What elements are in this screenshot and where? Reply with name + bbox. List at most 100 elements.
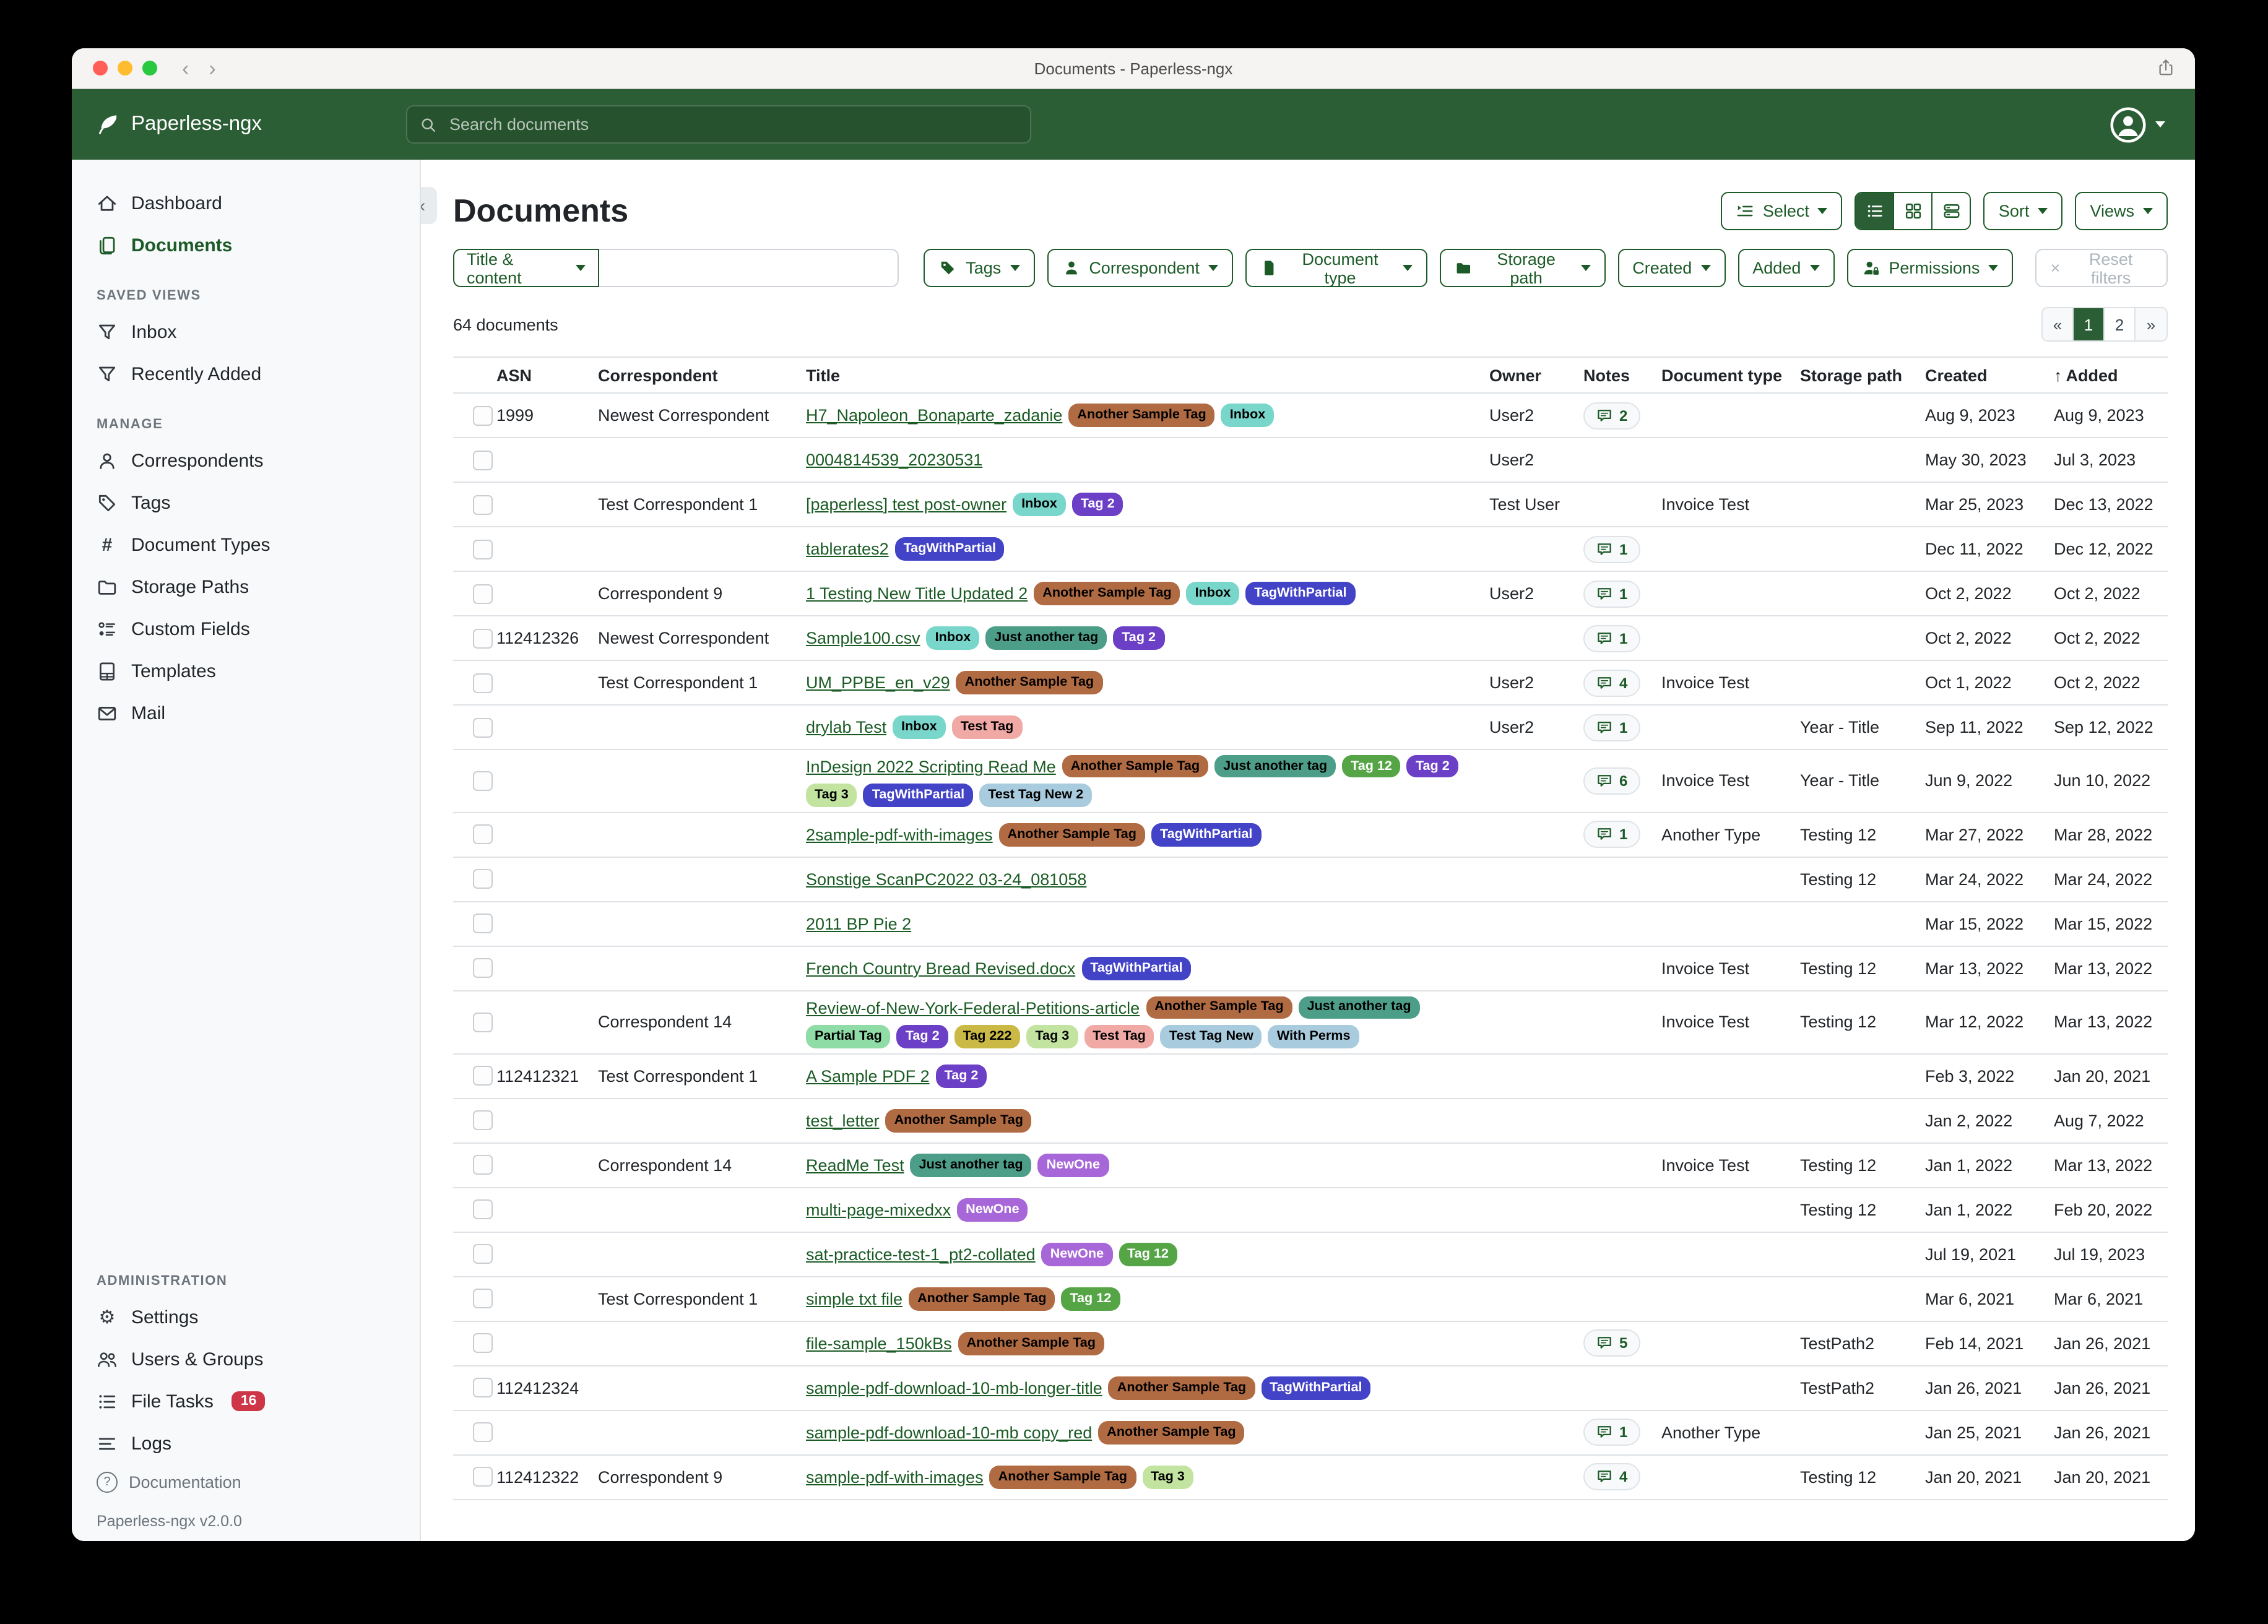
user-menu[interactable] [2110, 106, 2165, 143]
document-link[interactable]: UM_PPBE_en_v29 [806, 673, 950, 692]
query-input[interactable] [600, 249, 899, 287]
reset-filters-button[interactable]: × Reset filters [2035, 249, 2168, 287]
correspondent-cell[interactable]: Correspondent 14 [598, 1156, 806, 1175]
sidebar-item-logs[interactable]: Logs [72, 1422, 420, 1464]
row-checkbox[interactable] [473, 771, 493, 791]
document-link[interactable]: tablerates2 [806, 540, 889, 558]
tag-pill[interactable]: Another Sample Tag [1109, 1376, 1255, 1399]
tag-pill[interactable]: Inbox [1221, 404, 1275, 427]
correspondent-cell[interactable]: Test Correspondent 1 [598, 495, 806, 514]
tag-pill[interactable]: Tag 12 [1342, 755, 1401, 778]
tag-pill[interactable]: Test Tag New 2 [979, 784, 1092, 807]
tag-pill[interactable]: Tag 2 [1072, 493, 1123, 516]
pagination-next[interactable]: » [2136, 308, 2166, 340]
correspondent-cell[interactable]: Test Correspondent 1 [598, 1067, 806, 1086]
document-type-cell[interactable]: Invoice Test [1661, 959, 1800, 978]
tag-pill[interactable]: Another Sample Tag [1062, 755, 1208, 778]
correspondent-filter-button[interactable]: Correspondent [1047, 249, 1233, 287]
document-link[interactable]: test_letter [806, 1112, 880, 1130]
search-input[interactable] [447, 114, 1018, 135]
notes-badge[interactable]: 4 [1583, 669, 1640, 696]
row-checkbox[interactable] [473, 539, 493, 559]
sidebar-item-dashboard[interactable]: Dashboard [72, 182, 420, 224]
storage-path-cell[interactable]: Testing 12 [1800, 1013, 1925, 1032]
sort-button[interactable]: Sort [1984, 191, 2063, 230]
tag-pill[interactable]: Another Sample Tag [1068, 404, 1214, 427]
document-link[interactable]: H7_Napoleon_Bonaparte_zadanie [806, 406, 1062, 425]
row-checkbox[interactable] [473, 1245, 493, 1264]
row-checkbox[interactable] [473, 1200, 493, 1220]
sidebar-item-tags[interactable]: Tags [72, 482, 420, 524]
storage-path-cell[interactable]: Testing 12 [1800, 959, 1925, 978]
notes-badge[interactable]: 2 [1583, 402, 1640, 429]
document-link[interactable]: file-sample_150kBs [806, 1334, 952, 1353]
tag-pill[interactable]: Tag 2 [1407, 755, 1458, 778]
document-link[interactable]: French Country Bread Revised.docx [806, 959, 1075, 978]
notes-badge[interactable]: 1 [1583, 1419, 1640, 1446]
select-button[interactable]: Select [1721, 191, 1843, 230]
view-list-toggle[interactable] [1856, 192, 1895, 228]
row-checkbox[interactable] [473, 1155, 493, 1175]
added-filter-button[interactable]: Added [1738, 249, 1834, 287]
document-link[interactable]: sat-practice-test-1_pt2-collated [806, 1245, 1036, 1264]
document-type-cell[interactable]: Invoice Test [1661, 1013, 1800, 1032]
document-type-cell[interactable]: Another Type [1661, 826, 1800, 844]
close-window-button[interactable] [93, 61, 108, 76]
document-link[interactable]: sample-pdf-download-10-mb copy_red [806, 1423, 1092, 1442]
tag-pill[interactable]: Tag 222 [954, 1026, 1021, 1048]
storage-path-cell[interactable]: Testing 12 [1800, 1201, 1925, 1219]
row-checkbox[interactable] [473, 1467, 493, 1487]
sidebar-item-document-types[interactable]: # Document Types [72, 524, 420, 566]
view-grid-toggle[interactable] [1895, 192, 1933, 228]
document-type-cell[interactable]: Invoice Test [1661, 772, 1800, 790]
tag-pill[interactable]: Another Sample Tag [886, 1109, 1032, 1132]
sidebar-item-inbox[interactable]: Inbox [72, 311, 420, 353]
correspondent-cell[interactable]: Correspondent 9 [598, 1468, 806, 1487]
tag-pill[interactable]: Just another tag [911, 1154, 1032, 1177]
tags-filter-button[interactable]: Tags [924, 249, 1034, 287]
storage-path-cell[interactable]: Testing 12 [1800, 1468, 1925, 1487]
permissions-filter-button[interactable]: Permissions [1846, 249, 2013, 287]
tag-pill[interactable]: Another Sample Tag [1146, 996, 1292, 1019]
tag-pill[interactable]: Another Sample Tag [956, 672, 1102, 694]
header-owner[interactable]: Owner [1489, 366, 1583, 384]
tag-pill[interactable]: TagWithPartial [1261, 1376, 1370, 1399]
sidebar-item-mail[interactable]: Mail [72, 692, 420, 734]
row-checkbox[interactable] [473, 870, 493, 889]
document-type-cell[interactable]: Another Type [1661, 1423, 1800, 1442]
tag-pill[interactable]: Just another tag [1214, 755, 1336, 778]
pagination-page-2[interactable]: 2 [2105, 308, 2136, 340]
storage-path-cell[interactable]: Testing 12 [1800, 1156, 1925, 1175]
tag-pill[interactable]: Tag 2 [897, 1026, 948, 1048]
sidebar-item-file-tasks[interactable]: File Tasks 16 [72, 1380, 420, 1422]
tag-pill[interactable]: TagWithPartial [1081, 957, 1191, 980]
correspondent-cell[interactable]: Newest Correspondent [598, 629, 806, 647]
tag-pill[interactable]: Tag 3 [1026, 1026, 1078, 1048]
row-checkbox[interactable] [473, 1423, 493, 1443]
tag-pill[interactable]: Inbox [927, 627, 980, 650]
tag-pill[interactable]: Tag 2 [936, 1065, 987, 1087]
sidebar-item-users-groups[interactable]: Users & Groups [72, 1338, 420, 1380]
query-field-dropdown[interactable]: Title & content [453, 249, 600, 287]
document-link[interactable]: A Sample PDF 2 [806, 1067, 930, 1086]
document-link[interactable]: [paperless] test post-owner [806, 495, 1006, 514]
notes-badge[interactable]: 1 [1583, 714, 1640, 741]
storage-path-filter-button[interactable]: Storage path [1440, 249, 1606, 287]
tag-pill[interactable]: Just another tag [985, 627, 1107, 650]
tag-pill[interactable]: Another Sample Tag [958, 1332, 1104, 1355]
tag-pill[interactable]: Another Sample Tag [999, 823, 1145, 846]
search-box[interactable] [406, 105, 1031, 144]
row-checkbox[interactable] [473, 1111, 493, 1131]
tag-pill[interactable]: NewOne [1038, 1154, 1109, 1177]
notes-badge[interactable]: 5 [1583, 1330, 1640, 1357]
browser-forward-button[interactable]: › [209, 58, 215, 79]
row-checkbox[interactable] [473, 717, 493, 737]
notes-badge[interactable]: 1 [1583, 535, 1640, 563]
sidebar-item-recently-added[interactable]: Recently Added [72, 353, 420, 395]
row-checkbox[interactable] [473, 1289, 493, 1309]
header-correspondent[interactable]: Correspondent [598, 366, 806, 384]
storage-path-cell[interactable]: TestPath2 [1800, 1379, 1925, 1397]
document-link[interactable]: Sonstige ScanPC2022 03-24_081058 [806, 870, 1086, 889]
brand[interactable]: Paperless-ngx [97, 113, 406, 136]
row-checkbox[interactable] [473, 673, 493, 693]
